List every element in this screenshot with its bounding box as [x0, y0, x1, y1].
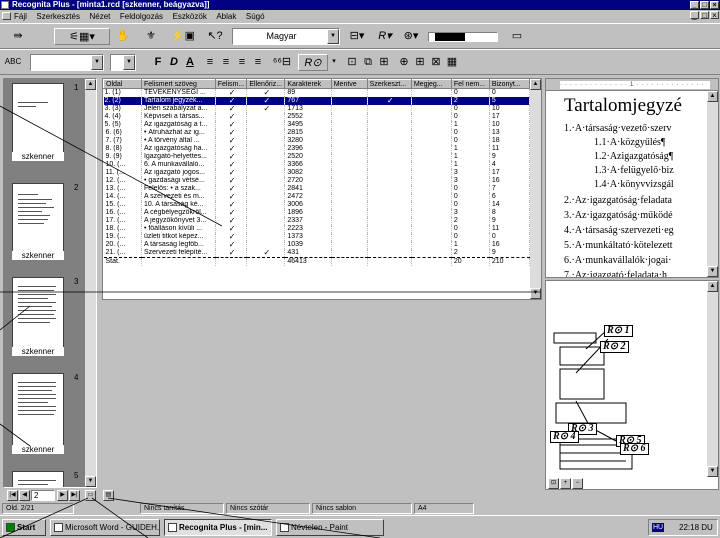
callout-lines	[0, 105, 540, 538]
